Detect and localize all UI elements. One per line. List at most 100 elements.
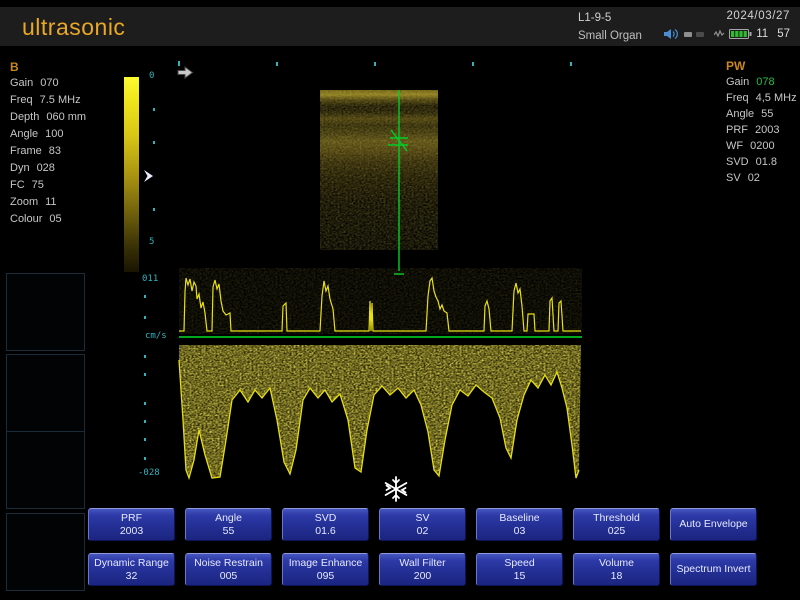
clip-thumbnail-slot[interactable] xyxy=(6,273,85,351)
volume-level-bar xyxy=(684,32,692,37)
param-line: Angle 55 xyxy=(726,108,797,124)
param-value: 070 xyxy=(40,77,58,89)
softkey-threshold[interactable]: Threshold025 xyxy=(573,508,660,541)
softkey-sv[interactable]: SV02 xyxy=(379,508,466,541)
softkey-value: 02 xyxy=(417,525,429,538)
exam-preset: Small Organ xyxy=(578,27,642,45)
param-label: Angle xyxy=(726,108,754,120)
param-label: SVD xyxy=(726,156,749,168)
param-line: WF0200 xyxy=(726,140,797,156)
softkey-label: Threshold xyxy=(593,512,640,525)
pw-parameter-panel: PW Gain078 Freq4,5 MHz Angle55 PRF2003 W… xyxy=(726,59,797,188)
param-label: Gain xyxy=(10,77,33,89)
softkey-angle[interactable]: Angle55 xyxy=(185,508,272,541)
param-line: Freq 4,5 MHz xyxy=(726,92,797,108)
param-value: 060 mm xyxy=(46,111,86,123)
softkey-label: Spectrum Invert xyxy=(676,563,750,576)
softkey-image-enhance[interactable]: Image Enhance095 xyxy=(282,553,369,586)
softkey-label: Auto Envelope xyxy=(679,518,747,531)
softkey-label: Baseline xyxy=(499,512,539,525)
freeze-snowflake-icon xyxy=(386,477,407,501)
softkey-label: SV xyxy=(415,512,429,525)
softkey-value: 005 xyxy=(220,570,238,583)
clip-thumbnail-slot[interactable] xyxy=(6,354,85,432)
softkey-label: Noise Restrain xyxy=(194,557,263,570)
softkey-row-1: PRF2003 Angle55 SVD01.6 SV02 Baseline03 … xyxy=(88,508,757,541)
param-label: Colour xyxy=(10,213,42,225)
param-line: PRF 2003 xyxy=(726,124,797,140)
param-value: 83 xyxy=(49,145,61,157)
focus-marker-icon[interactable] xyxy=(144,170,153,182)
softkey-baseline[interactable]: Baseline03 xyxy=(476,508,563,541)
param-label: Dyn xyxy=(10,162,30,174)
param-line: SV02 xyxy=(726,172,797,188)
velocity-scale-ticks xyxy=(144,295,146,460)
b-mode-image[interactable] xyxy=(320,90,438,250)
softkey-value: 18 xyxy=(611,570,623,583)
clock-minute: 57 xyxy=(777,28,790,40)
softkey-noise-restrain[interactable]: Noise Restrain005 xyxy=(185,553,272,586)
clip-thumbnail-slot[interactable] xyxy=(6,513,85,591)
softkey-volume[interactable]: Volume18 xyxy=(573,553,660,586)
volume-level-bar-dim xyxy=(696,32,704,37)
param-value: 4,5 MHz xyxy=(756,92,797,104)
param-label: Angle xyxy=(10,128,38,140)
grayscale-colorbar xyxy=(124,77,139,272)
softkey-label: Volume xyxy=(599,557,634,570)
softkey-wall-filter[interactable]: Wall Filter200 xyxy=(379,553,466,586)
spectral-waveform xyxy=(179,344,582,484)
clip-thumbnail-slot[interactable] xyxy=(6,431,85,509)
param-value: 02 xyxy=(748,172,760,184)
param-label: Freq xyxy=(726,92,749,104)
b-mode-label: B xyxy=(10,60,86,77)
param-value-active: 078 xyxy=(756,76,774,88)
b-mode-parameter-panel: B Gain070 Freq7.5 MHz Depth060 mm Angle1… xyxy=(10,60,86,230)
exam-info: L1-9-5 Small Organ xyxy=(578,9,642,45)
softkey-label: Angle xyxy=(215,512,242,525)
param-value: 028 xyxy=(37,162,55,174)
param-line: Dyn 028 xyxy=(10,162,86,179)
softkey-value: 025 xyxy=(608,525,626,538)
param-value: 7.5 MHz xyxy=(40,94,81,106)
param-line: Depth 060 mm xyxy=(10,111,86,128)
param-label: PRF xyxy=(726,124,748,136)
param-line: SVD 01.8 xyxy=(726,156,797,172)
signal-icon xyxy=(714,29,725,39)
battery-icon xyxy=(729,28,752,40)
param-line: Angle 100 xyxy=(10,128,86,145)
softkey-value: 095 xyxy=(317,570,335,583)
param-label: Depth xyxy=(10,111,39,123)
softkey-speed[interactable]: Speed15 xyxy=(476,553,563,586)
softkey-svd[interactable]: SVD01.6 xyxy=(282,508,369,541)
title-bar: ultrasonic L1-9-5 Small Organ 2024/03/27 xyxy=(0,7,800,46)
param-value: 100 xyxy=(45,128,63,140)
param-label: WF xyxy=(726,140,743,152)
param-value: 55 xyxy=(761,108,773,120)
param-line: Frame83 xyxy=(10,145,86,162)
param-line: Gain078 xyxy=(726,76,797,92)
softkey-row-2: Dynamic Range32 Noise Restrain005 Image … xyxy=(88,553,757,586)
softkey-prf[interactable]: PRF2003 xyxy=(88,508,175,541)
softkey-spectrum-invert[interactable]: Spectrum Invert xyxy=(670,553,757,586)
softkey-dynamic-range[interactable]: Dynamic Range32 xyxy=(88,553,175,586)
softkey-label: PRF xyxy=(121,512,142,525)
date-display: 2024/03/27 xyxy=(726,10,790,22)
param-line: FC75 xyxy=(10,179,86,196)
param-value: 75 xyxy=(32,179,44,191)
param-value: 2003 xyxy=(755,124,779,136)
softkey-label: Speed xyxy=(504,557,534,570)
param-value: 01.8 xyxy=(756,156,777,168)
active-image-arrow-icon xyxy=(178,67,193,78)
param-line: Colour05 xyxy=(10,213,86,230)
softkey-auto-envelope[interactable]: Auto Envelope xyxy=(670,508,757,541)
softkey-value: 200 xyxy=(414,570,432,583)
probe-name: L1-9-5 xyxy=(578,9,642,27)
softkey-value: 55 xyxy=(223,525,235,538)
imaging-display[interactable] xyxy=(140,56,600,508)
softkey-value: 03 xyxy=(514,525,526,538)
param-line: Zoom11 xyxy=(10,196,86,213)
status-tray: 11 57 xyxy=(664,28,790,40)
param-label: Zoom xyxy=(10,196,38,208)
ultrasound-screen: ultrasonic L1-9-5 Small Organ 2024/03/27 xyxy=(0,0,800,600)
doppler-baseline xyxy=(179,336,582,338)
